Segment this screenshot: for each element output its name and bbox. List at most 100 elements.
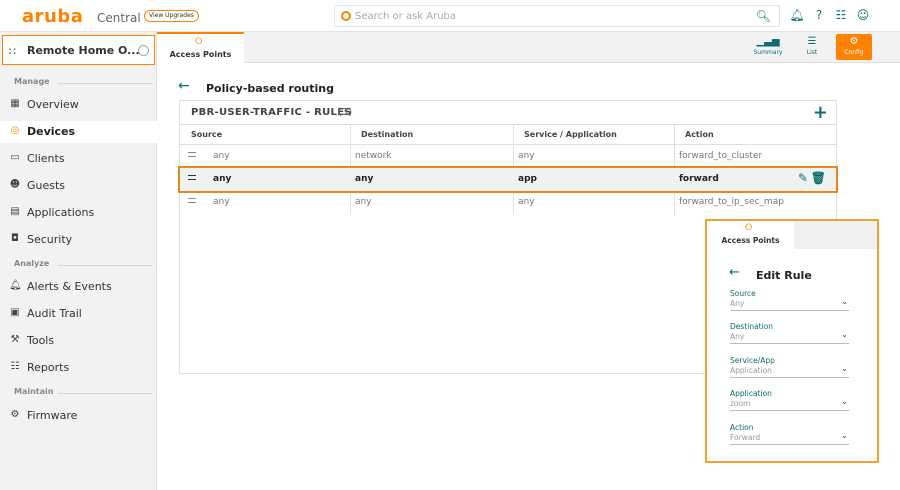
column-header-action: Action (685, 130, 714, 139)
section-analyze: Analyze (0, 259, 157, 271)
chevron-down-icon: ⌄ (841, 297, 848, 306)
chevron-down-icon: ⌄ (841, 431, 848, 440)
column-header[interactable]: Action (674, 125, 836, 145)
destination-select[interactable]: Destination Any ⌄ (730, 322, 849, 344)
search-icon[interactable]: 🔍︎ (756, 9, 771, 23)
field-label: Action (730, 423, 754, 432)
summary-view-button[interactable]: ▁▃▅ Summary (750, 34, 786, 60)
field-value: Forward (730, 433, 761, 442)
drag-handle-icon[interactable] (188, 152, 196, 157)
edit-icon[interactable]: ✎ (798, 171, 808, 185)
page-title: Policy-based routing (206, 82, 334, 95)
section-label: Analyze (14, 259, 50, 268)
cell-service: app (518, 174, 537, 184)
logo-subtitle: Central (97, 11, 141, 25)
column-header[interactable]: Service / Application (513, 125, 674, 145)
view-upgrades-button[interactable]: View Upgrades (144, 10, 199, 22)
tab-access-points[interactable]: ⭘ Access Points (157, 32, 244, 63)
sidebar-item-devices[interactable]: ◎ Devices (0, 121, 157, 143)
notifications-icon[interactable]: 🔔︎ (789, 8, 804, 22)
applications-icon: ▤ (10, 206, 20, 217)
list-view-button[interactable]: ☰ List (794, 34, 830, 60)
rule-count: (3) (338, 107, 353, 118)
panel-header: PBR-USER-TRAFFIC - RULES (3) + (180, 101, 836, 125)
field-value: Application (730, 366, 772, 375)
firmware-icon: ⚙ (10, 409, 20, 420)
field-label: Application (730, 389, 772, 398)
column-header-service: Service / Application (524, 130, 617, 139)
back-arrow-icon[interactable]: ← (178, 78, 190, 94)
divider (58, 265, 153, 266)
sidebar-item-applications[interactable]: ▤ Applications (0, 202, 157, 224)
tab-label: Access Points (721, 236, 780, 245)
grid-icon: ▦ (10, 98, 20, 109)
column-header-destination: Destination (361, 130, 414, 139)
help-icon[interactable]: ? (812, 8, 826, 22)
sidebar-item-clients[interactable]: ▭ Clients (0, 148, 157, 170)
tools-icon: ⚒ (10, 334, 20, 345)
sidebar-item-tools[interactable]: ⚒ Tools (0, 330, 157, 352)
cell-action: forward_to_cluster (679, 151, 763, 161)
add-rule-button[interactable]: + (813, 102, 828, 123)
apps-grid-icon[interactable]: ☷ (834, 8, 848, 22)
access-point-icon: ⭘ (745, 223, 753, 233)
service-app-select[interactable]: Service/App Application ⌄ (730, 356, 849, 378)
field-value: zoom (730, 399, 751, 408)
back-arrow-icon[interactable]: ← (729, 265, 740, 280)
application-select[interactable]: Application zoom ⌄ (730, 389, 849, 411)
section-manage: Manage (0, 77, 157, 89)
aruba-logo[interactable]: aruba (22, 6, 83, 27)
cell-destination: any (355, 174, 374, 184)
sidebar-item-reports[interactable]: ☷ Reports (0, 357, 157, 379)
sidebar-item-label: Devices (27, 125, 76, 138)
search-input[interactable] (355, 8, 755, 24)
section-label: Manage (14, 77, 50, 86)
devices-icon: ◎ (10, 125, 20, 136)
sidebar-item-label: Alerts & Events (27, 280, 112, 293)
sidebar-item-audit-trail[interactable]: ▣ Audit Trail (0, 303, 157, 325)
table-row-selected[interactable]: any any app forward ✎ 🗑︎ (178, 166, 838, 193)
sidebar-item-overview[interactable]: ▦ Overview (0, 94, 157, 116)
action-select[interactable]: Action Forward ⌄ (730, 423, 849, 445)
search-bar[interactable]: 🔍︎ (334, 5, 780, 27)
column-header[interactable]: Source (180, 125, 350, 145)
edit-rule-panel: ⭘ Access Points ← Edit Rule Source Any ⌄… (705, 219, 879, 463)
config-view-button[interactable]: ⚙ Config (836, 34, 872, 60)
audit-icon: ▣ (10, 307, 20, 318)
tab-label: Access Points (169, 50, 232, 59)
column-header-source: Source (191, 130, 223, 139)
sidebar-item-label: Firmware (27, 409, 78, 422)
panel-title: PBR-USER-TRAFFIC - RULES (191, 107, 352, 118)
site-selector[interactable]: ∷ Remote Home O... (2, 35, 155, 65)
sidebar-item-security[interactable]: ◘ Security (0, 229, 157, 251)
chevron-down-icon: ⌄ (841, 364, 848, 373)
sidebar-item-guests[interactable]: ☻ Guests (0, 175, 157, 197)
table-row[interactable]: any any any forward_to_ip_sec_map (180, 191, 836, 214)
cell-action: forward_to_ip_sec_map (679, 197, 784, 207)
cell-service: any (518, 197, 535, 207)
guests-icon: ☻ (9, 179, 21, 190)
context-bar: ⭘ Access Points ▁▃▅ Summary ☰ List ⚙ Con… (157, 32, 900, 63)
access-point-icon: ⭘ (195, 37, 203, 47)
drag-handle-icon[interactable] (188, 198, 196, 203)
cell-source: any (213, 174, 232, 184)
field-label: Destination (730, 322, 774, 331)
delete-icon[interactable]: 🗑︎ (811, 171, 826, 185)
reports-icon: ☷ (10, 361, 20, 372)
drag-handle-icon[interactable] (188, 175, 196, 180)
table-row[interactable]: any network any forward_to_cluster (180, 145, 836, 168)
sidebar: ∷ Remote Home O... Manage ▦ Overview ◎ D… (0, 32, 157, 490)
source-select[interactable]: Source Any ⌄ (730, 289, 849, 311)
site-name: Remote Home O... (27, 44, 140, 57)
divider (58, 393, 153, 394)
cell-action: forward (679, 174, 719, 184)
aruba-search-icon (341, 11, 351, 21)
user-icon[interactable]: ☺ (856, 8, 870, 22)
sidebar-item-alerts-events[interactable]: 🔔︎ Alerts & Events (0, 276, 157, 298)
field-label: Source (730, 289, 756, 298)
sidebar-item-firmware[interactable]: ⚙ Firmware (0, 405, 157, 427)
site-radio-icon[interactable] (138, 45, 149, 56)
config-label: Config (844, 49, 864, 56)
tab-access-points[interactable]: ⭘ Access Points (707, 221, 794, 249)
column-header[interactable]: Destination (350, 125, 513, 145)
